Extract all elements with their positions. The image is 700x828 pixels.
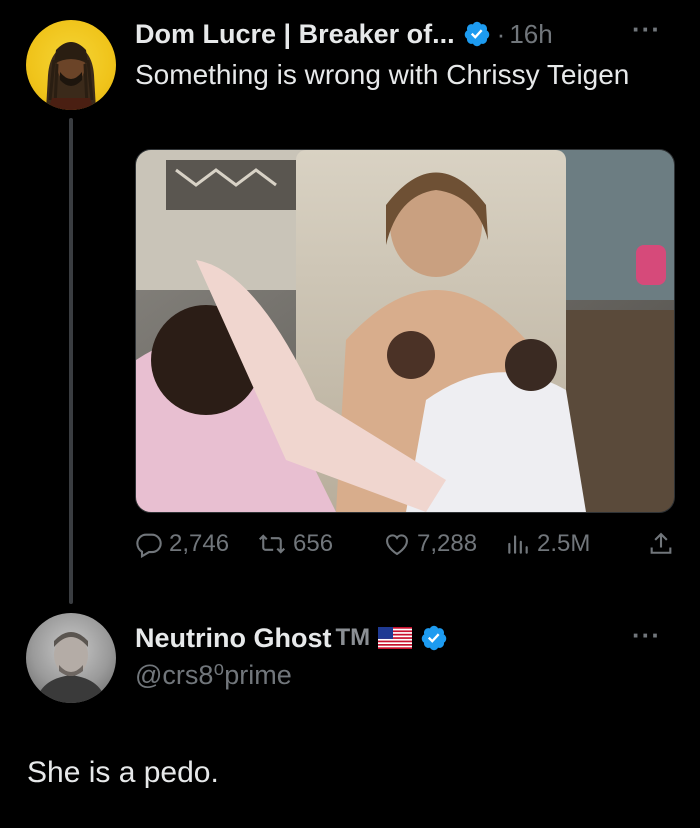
heart-icon [386, 534, 408, 556]
separator-dot: · [496, 18, 506, 49]
more-options-icon[interactable]: ··· [632, 14, 661, 45]
repost-button[interactable]: 656 [257, 530, 333, 558]
view-count: 2.5M [537, 530, 591, 557]
like-count: 7,288 [417, 530, 478, 557]
us-flag-icon [378, 627, 413, 649]
verified-badge-icon [421, 625, 447, 651]
reply-button[interactable]: 2,746 [135, 530, 229, 558]
reply-icon [136, 533, 162, 558]
analytics-bars-icon [508, 535, 528, 554]
reply-count: 2,746 [169, 530, 230, 557]
share-button[interactable] [647, 530, 681, 558]
share-icon [650, 532, 672, 554]
author-display-name[interactable]: Dom Lucre | Breaker of... [135, 19, 455, 50]
avatar-dreadlocks-icon [46, 42, 96, 110]
tweet-photo[interactable] [135, 149, 675, 513]
photo-image-icon [136, 150, 674, 512]
tweet-author-header: Dom Lucre | Breaker of... · 16h [135, 14, 553, 54]
reply-author-header: Neutrino Ghost TM [135, 618, 448, 658]
reply-author-display-name[interactable]: Neutrino Ghost [135, 623, 332, 654]
trademark-label: TM [335, 624, 371, 651]
tweet-text: Something is wrong with Chrissy Teigen [135, 59, 630, 90]
thread-connector-line [69, 118, 73, 604]
repost-count: 656 [293, 530, 334, 557]
reply-text: She is a pedo. [27, 756, 219, 789]
author-avatar[interactable] [26, 20, 116, 110]
reply-more-options-icon[interactable]: ··· [632, 620, 661, 651]
tweet-action-bar: 2,746 656 7,288 2.5M [135, 530, 675, 564]
tweet-timestamp[interactable]: 16h [509, 19, 552, 50]
avatar-man-icon [36, 632, 106, 703]
like-button[interactable]: 7,288 [383, 530, 477, 558]
verified-badge-icon [464, 21, 489, 47]
reply-author-handle[interactable]: @crs8⁰prime [135, 660, 292, 691]
views-button[interactable]: 2.5M [505, 530, 590, 558]
repost-icon [259, 534, 285, 554]
reply-author-avatar[interactable] [26, 613, 116, 703]
